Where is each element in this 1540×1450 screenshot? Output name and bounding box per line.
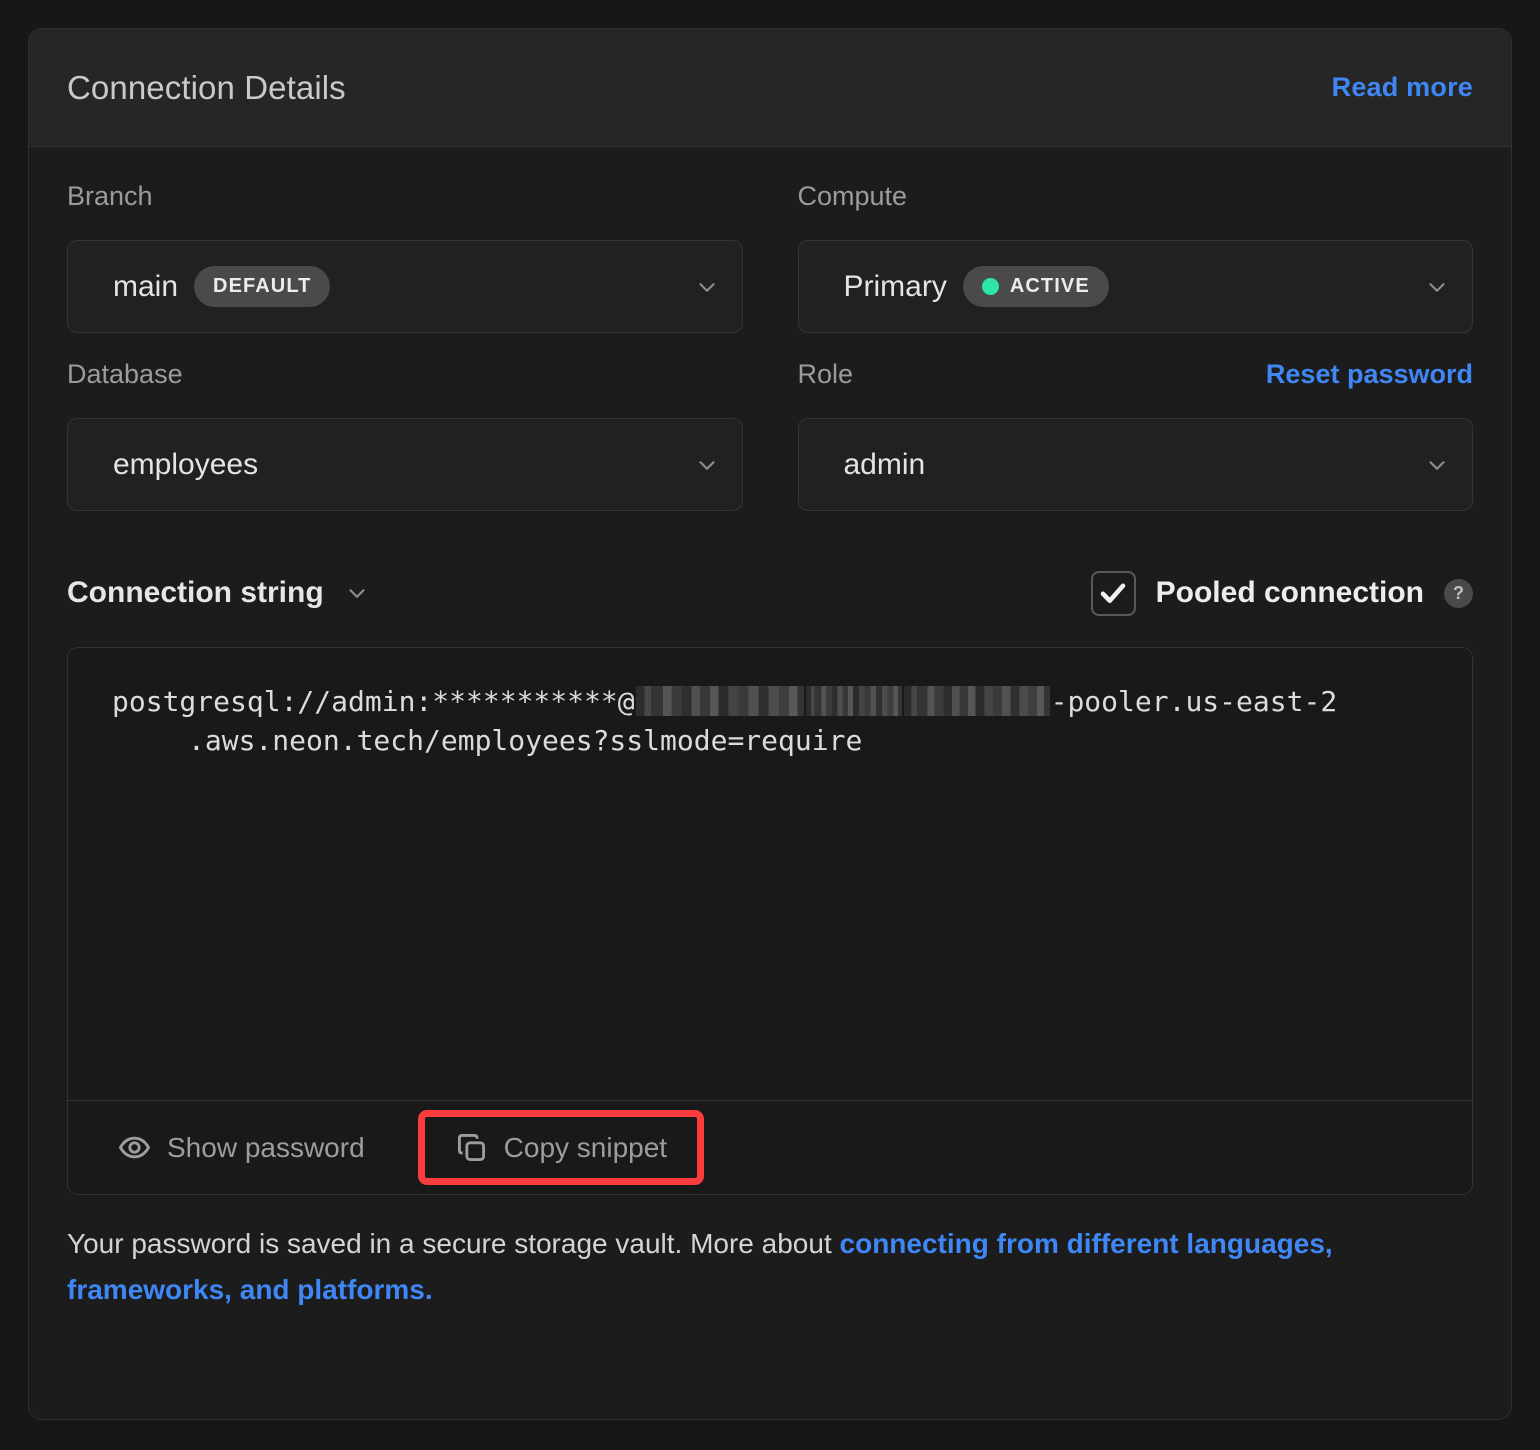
card-header: Connection Details Read more xyxy=(29,29,1511,147)
eye-icon xyxy=(118,1136,151,1159)
role-value: admin xyxy=(843,447,926,481)
connection-string-text[interactable]: postgresql://admin:***********@ -pooler.u… xyxy=(68,648,1472,1100)
field-role: Role Reset password admin xyxy=(797,359,1474,511)
branch-default-badge: DEFAULT xyxy=(194,266,331,307)
card-body: Branch main DEFAULT Compute Primary ACTI… xyxy=(29,147,1511,1313)
chevron-down-icon xyxy=(1429,282,1445,292)
role-label: Role xyxy=(797,359,854,389)
copy-snippet-label: Copy snippet xyxy=(503,1131,668,1163)
status-dot-icon xyxy=(981,278,999,295)
fields-grid: Branch main DEFAULT Compute Primary ACTI… xyxy=(67,181,1473,537)
compute-status-badge-label: ACTIVE xyxy=(1009,275,1090,297)
field-database: Database employees xyxy=(67,359,743,511)
pooled-connection-label: Pooled connection xyxy=(1155,576,1424,609)
compute-select[interactable]: Primary ACTIVE xyxy=(797,240,1473,333)
redacted-host-part-3 xyxy=(903,686,1050,716)
show-password-button[interactable]: Show password xyxy=(96,1119,387,1176)
compute-label: Compute xyxy=(797,181,908,211)
connection-string-line2: .aws.neon.tech/employees?sslmode=require xyxy=(188,724,863,757)
footer-text: Your password is saved in a secure stora… xyxy=(67,1228,840,1259)
connection-string-row: Connection string Pooled connection ? xyxy=(67,561,1473,625)
branch-label: Branch xyxy=(67,181,153,211)
chevron-down-icon xyxy=(1429,460,1445,470)
database-value: employees xyxy=(113,447,259,481)
field-compute: Compute Primary ACTIVE xyxy=(797,181,1474,333)
page-title: Connection Details xyxy=(67,68,346,106)
chevron-down-icon xyxy=(698,460,715,470)
copy-snippet-button[interactable]: Copy snippet xyxy=(417,1110,705,1185)
role-label-row: Role Reset password xyxy=(798,359,1474,405)
connection-details-card: Connection Details Read more Branch main… xyxy=(28,28,1512,1420)
pooled-connection-checkbox[interactable] xyxy=(1090,570,1136,616)
connection-string-box: postgresql://admin:***********@ -pooler.u… xyxy=(67,647,1473,1195)
redacted-host-part-1 xyxy=(635,686,804,716)
connection-string-type-selector[interactable]: Connection string xyxy=(67,576,370,610)
pooled-connection-toggle[interactable]: Pooled connection ? xyxy=(1090,570,1473,616)
chevron-down-icon xyxy=(698,282,715,292)
database-label: Database xyxy=(67,359,183,389)
field-branch: Branch main DEFAULT xyxy=(67,181,743,333)
role-select[interactable]: admin xyxy=(797,418,1473,511)
branch-select[interactable]: main DEFAULT xyxy=(67,240,743,333)
connection-string-line1-suffix: -pooler.us-east-2 xyxy=(1050,685,1338,718)
redacted-host-part-2 xyxy=(805,686,902,716)
branch-value: main xyxy=(113,269,179,303)
compute-value: Primary xyxy=(843,269,947,303)
footer-note: Your password is saved in a secure stora… xyxy=(67,1221,1367,1313)
check-icon xyxy=(1100,583,1126,603)
database-label-row: Database xyxy=(67,359,743,405)
connection-string-actions: Show password Copy snippet xyxy=(68,1100,1472,1194)
chevron-down-icon xyxy=(349,589,365,598)
show-password-label: Show password xyxy=(167,1131,365,1163)
compute-status-badge: ACTIVE xyxy=(962,266,1109,307)
connection-string-title: Connection string xyxy=(67,576,324,609)
branch-default-badge-label: DEFAULT xyxy=(213,275,312,297)
read-more-link[interactable]: Read more xyxy=(1332,72,1473,103)
copy-icon xyxy=(457,1133,485,1162)
compute-label-row: Compute xyxy=(798,181,1474,227)
reset-password-link[interactable]: Reset password xyxy=(1266,359,1473,390)
connection-string-line1-prefix: postgresql://admin:***********@ xyxy=(112,685,635,718)
database-select[interactable]: employees xyxy=(67,418,743,511)
branch-label-row: Branch xyxy=(67,181,743,227)
help-icon[interactable]: ? xyxy=(1444,578,1473,608)
